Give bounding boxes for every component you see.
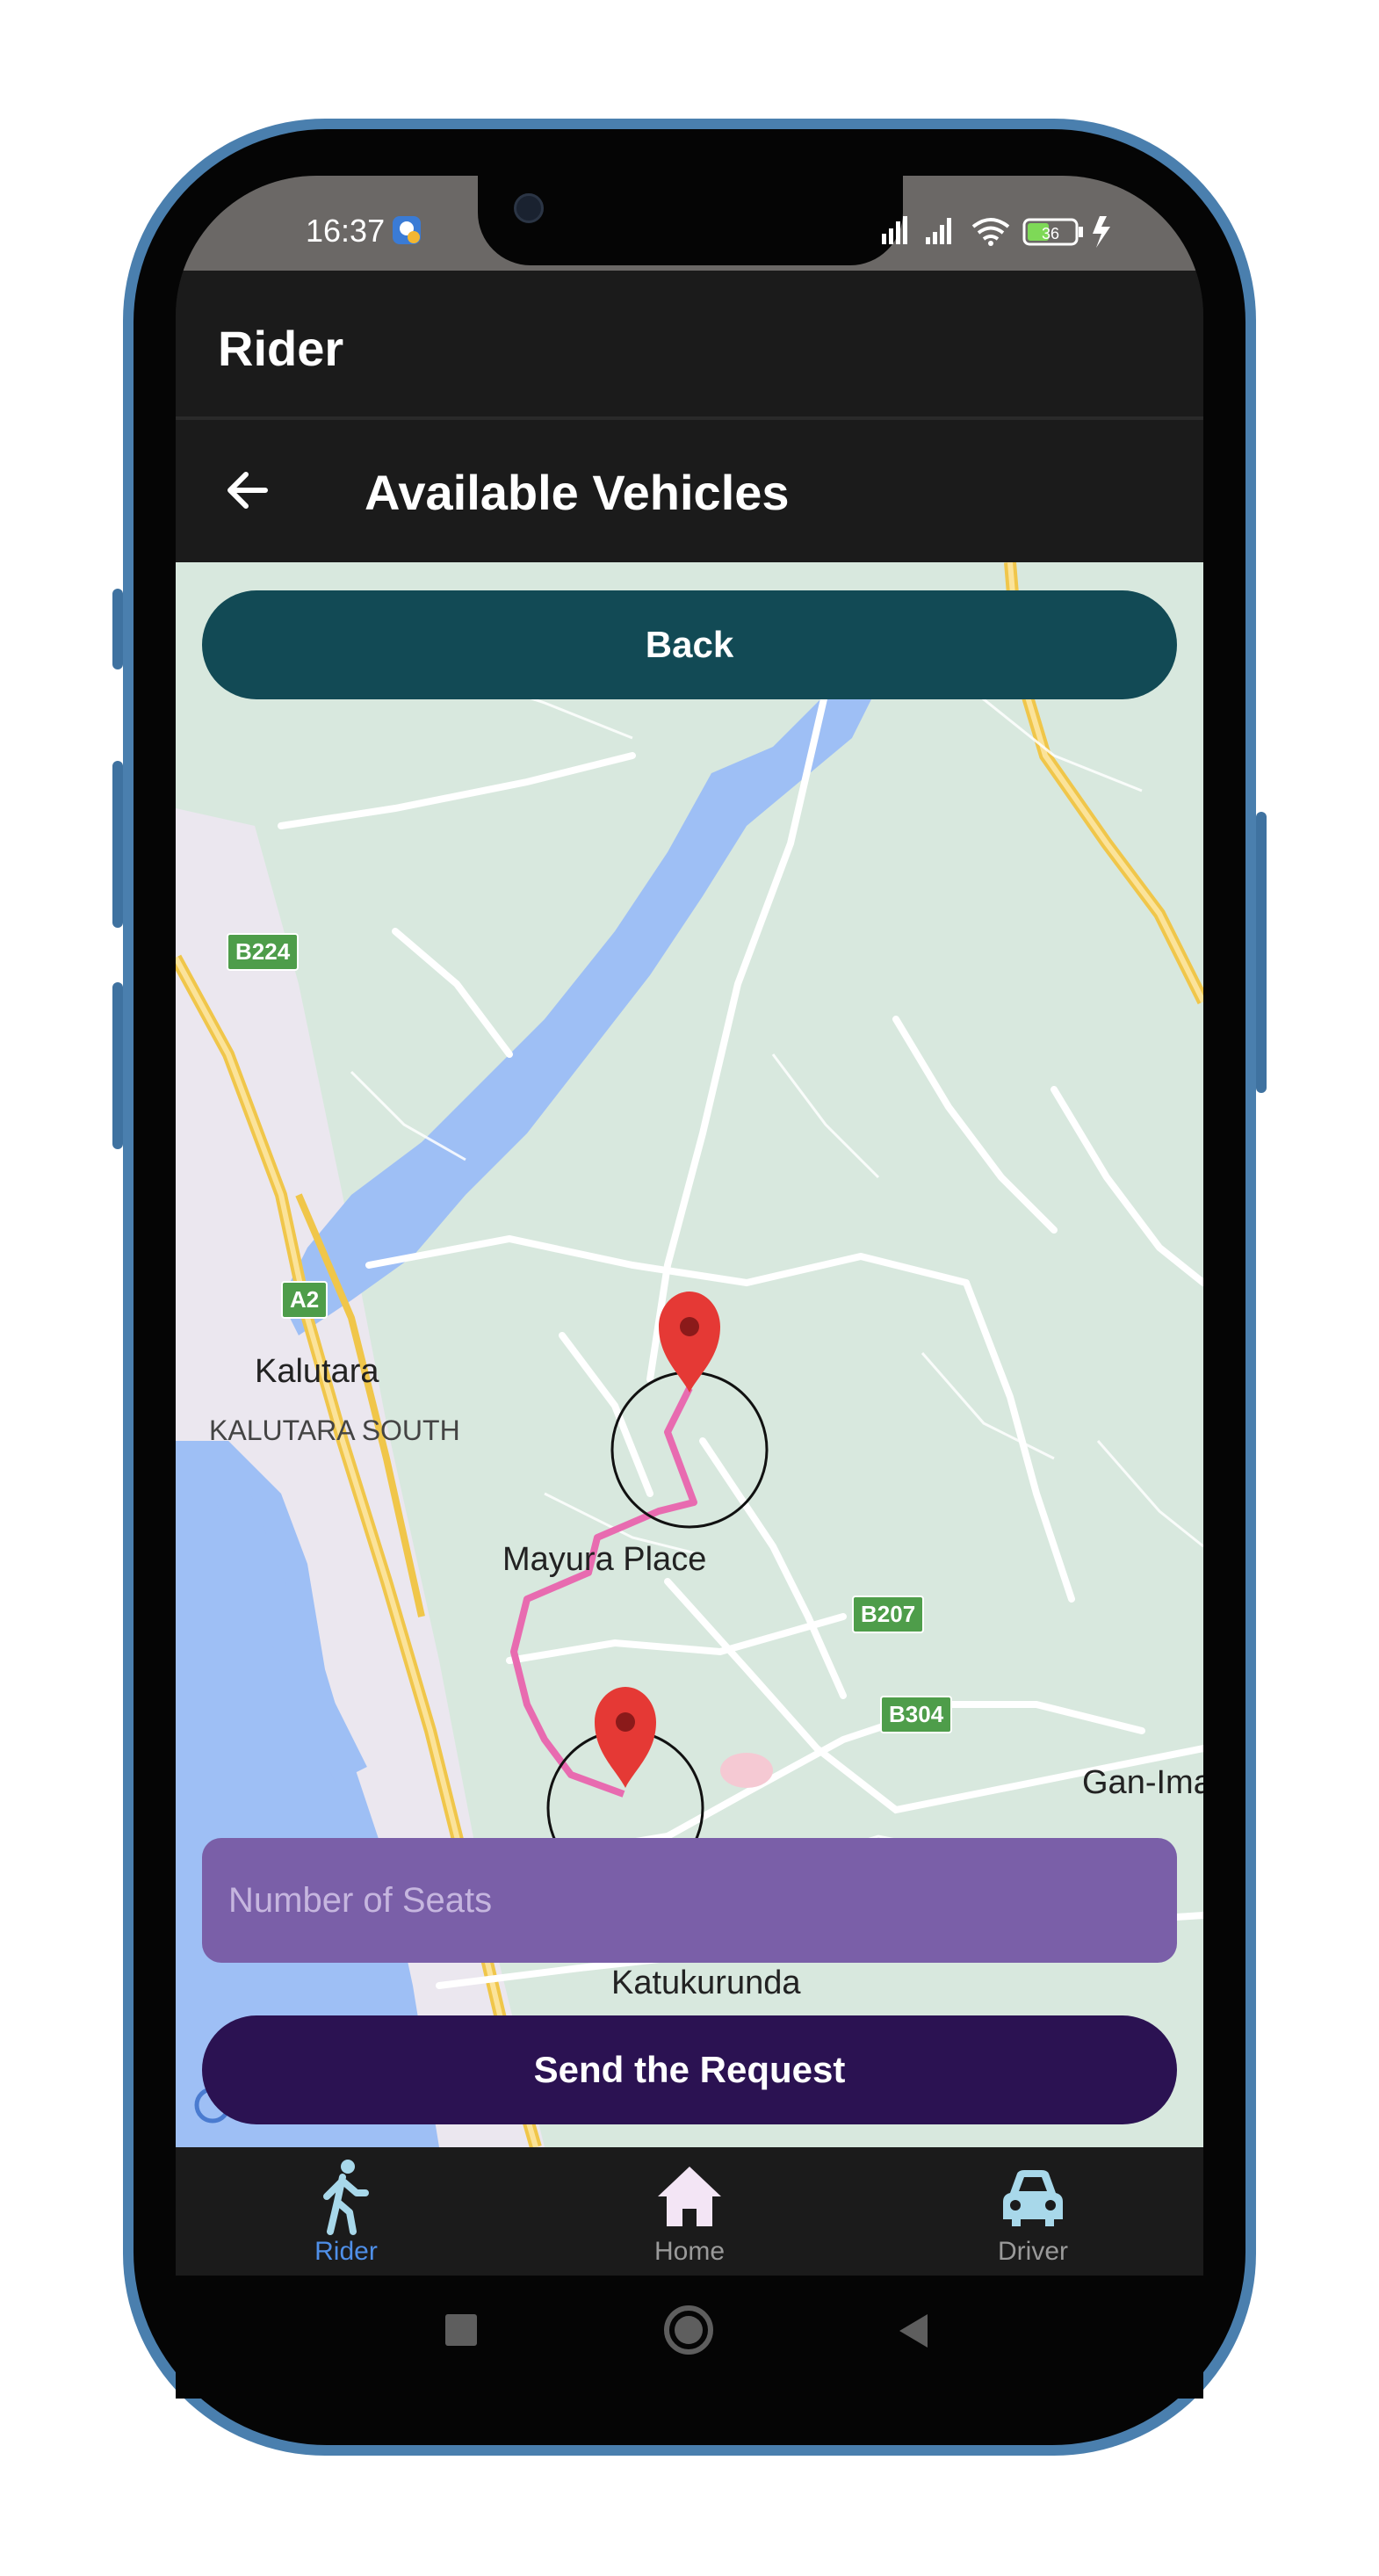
signal-icon-2 — [926, 218, 951, 244]
notch — [478, 176, 903, 265]
back-button[interactable]: Back — [202, 590, 1177, 699]
nav-label-driver: Driver — [998, 2237, 1068, 2266]
road-badge-b304: B304 — [880, 1696, 953, 1733]
side-button-power — [1256, 812, 1267, 1093]
road-badge-a2: A2 — [281, 1281, 329, 1319]
road-badge-b207: B207 — [852, 1596, 925, 1633]
nav-item-home[interactable]: Home — [558, 2147, 821, 2276]
side-button-volume-up — [112, 761, 123, 928]
map-label-kalutara: Kalutara — [255, 1353, 379, 1390]
signal-icon — [882, 216, 907, 244]
nav-item-driver[interactable]: Driver — [901, 2147, 1165, 2276]
bottom-nav: Rider Home Driver — [176, 2147, 1203, 2276]
side-button-mute — [112, 589, 123, 669]
home-icon — [654, 2158, 725, 2241]
send-request-button[interactable]: Send the Request — [202, 2015, 1177, 2124]
screen: 16:37 36 Rider Available Vehicles B224 A… — [176, 176, 1203, 2276]
map-label-mayura-place: Mayura Place — [502, 1541, 707, 1578]
side-button-volume-down — [112, 982, 123, 1149]
back-triangle-icon[interactable] — [896, 2312, 931, 2354]
seats-input[interactable]: Number of Seats — [202, 1838, 1177, 1963]
map-label-gan-ima: Gan-Ima — [1082, 1764, 1203, 1801]
front-camera — [514, 193, 544, 223]
back-arrow-icon[interactable] — [223, 466, 272, 519]
system-nav-bar — [176, 2276, 1203, 2399]
nav-item-rider[interactable]: Rider — [214, 2147, 478, 2276]
walking-person-icon — [311, 2158, 381, 2241]
page-header: Available Vehicles — [176, 420, 1203, 562]
status-bar: 16:37 36 — [176, 176, 1203, 271]
page-title: Available Vehicles — [365, 465, 790, 520]
app-title: Rider — [218, 321, 344, 376]
pickup-pin-icon — [659, 1292, 720, 1393]
dropoff-pin-icon — [595, 1687, 656, 1788]
map-label-kalutara-south: KALUTARA SOUTH — [209, 1415, 460, 1446]
wifi-icon — [971, 218, 1010, 241]
road-badge-b224: B224 — [227, 933, 300, 971]
map-label-katukurunda: Katukurunda — [611, 1965, 801, 2001]
status-icons: 36 — [882, 214, 1145, 254]
app-bar: Rider — [176, 271, 1203, 416]
app-notification-icon — [391, 214, 422, 250]
recents-icon[interactable] — [445, 2314, 477, 2346]
car-icon — [998, 2158, 1068, 2241]
charging-icon — [1093, 216, 1110, 248]
battery-icon: 36 — [1022, 218, 1083, 246]
battery-level: 36 — [1042, 225, 1059, 242]
status-time: 16:37 — [306, 213, 386, 249]
home-circle-icon[interactable] — [664, 2305, 713, 2355]
nav-label-home: Home — [653, 2237, 726, 2266]
nav-label-rider: Rider — [314, 2237, 378, 2266]
